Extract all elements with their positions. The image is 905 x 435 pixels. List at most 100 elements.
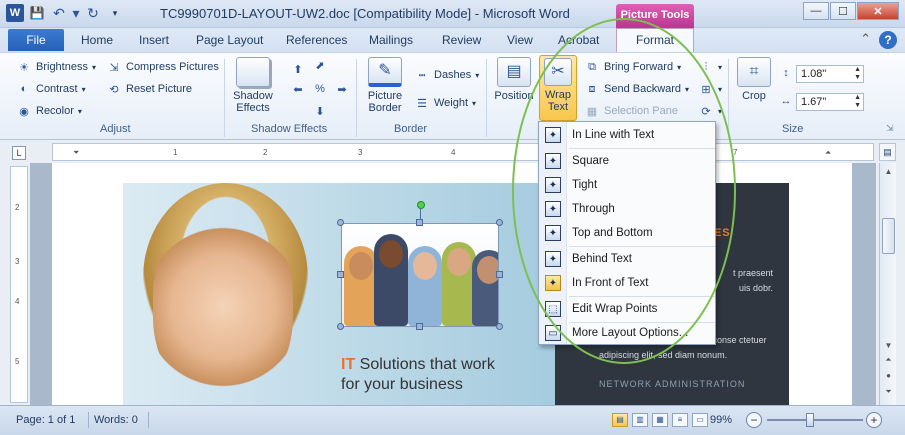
- resize-handle-top-right[interactable]: [496, 219, 503, 226]
- menu-item-tight[interactable]: ✦ Tight: [539, 174, 715, 196]
- wrap-text-button[interactable]: ✂ Wrap Text: [539, 55, 577, 121]
- width-spinner-icon[interactable]: ▲ ▼: [854, 94, 861, 110]
- resize-handle-bottom-right[interactable]: [496, 323, 503, 330]
- horizontal-ruler[interactable]: ⏷ 1 2 3 4 5 7 ⏶: [52, 143, 874, 161]
- word-app-icon[interactable]: W: [6, 4, 24, 22]
- width-field[interactable]: 1.67" ▲ ▼: [796, 93, 864, 111]
- dropdown-arrow-icon[interactable]: ▾: [72, 4, 80, 22]
- redo-icon[interactable]: ↻: [84, 4, 102, 22]
- tab-page-layout[interactable]: Page Layout: [196, 33, 263, 47]
- menu-item-top-and-bottom[interactable]: ✦ Top and Bottom: [539, 222, 715, 244]
- group-icon: ⊞: [701, 83, 711, 96]
- contrast-button[interactable]: ◐ Contrast ▾: [16, 81, 86, 97]
- page-count[interactable]: Page: 1 of 1: [16, 414, 75, 426]
- reset-picture-button[interactable]: ⟲ Reset Picture: [106, 81, 192, 97]
- ruler-indent-marker-icon[interactable]: ⏷: [73, 148, 79, 158]
- height-field[interactable]: 1.08" ▲ ▼: [796, 65, 864, 83]
- shadow-effects-button[interactable]: Shadow Effects: [230, 57, 276, 114]
- send-backward-button[interactable]: ⧈ Send Backward ▾: [584, 81, 690, 97]
- next-page-icon[interactable]: ⏷: [882, 387, 895, 397]
- rotation-handle[interactable]: [417, 201, 425, 209]
- close-button[interactable]: ✕: [857, 2, 899, 20]
- vertical-scrollbar[interactable]: ▲ ▼ ⏶ ● ⏷: [879, 163, 896, 405]
- previous-page-icon[interactable]: ⏶: [882, 355, 895, 365]
- top-bottom-wrap-icon: ✦: [545, 225, 561, 241]
- nudge-up-right-icon[interactable]: ⬈: [312, 57, 328, 73]
- scroll-down-icon[interactable]: ▼: [882, 341, 895, 350]
- selected-picture[interactable]: [341, 223, 499, 327]
- maximize-button[interactable]: ☐: [830, 2, 856, 20]
- align-button[interactable]: ⫶ ▾: [698, 59, 722, 75]
- draft-icon[interactable]: ▭: [692, 413, 708, 427]
- tab-insert[interactable]: Insert: [139, 33, 169, 47]
- shadow-toggle-icon[interactable]: %: [312, 81, 328, 97]
- picture-border-button[interactable]: ✎ Picture Border: [362, 57, 408, 114]
- recolor-button[interactable]: ◉ Recolor ▾: [16, 103, 82, 119]
- menu-item-in-front-of-text[interactable]: ✦ In Front of Text: [539, 272, 715, 294]
- tab-references[interactable]: References: [286, 33, 347, 47]
- browse-object-icon[interactable]: ●: [882, 371, 895, 380]
- weight-button[interactable]: ☰ Weight ▾: [414, 95, 476, 111]
- reset-picture-icon: ⟲: [109, 83, 119, 96]
- tab-home[interactable]: Home: [81, 33, 113, 47]
- nudge-right-icon[interactable]: ➡: [334, 81, 350, 97]
- bring-forward-button[interactable]: ⧉ Bring Forward ▾: [584, 59, 681, 75]
- zoom-slider-track[interactable]: [767, 419, 863, 421]
- document-page[interactable]: CES t praesent uis dobr. Lorem ipsum dol…: [52, 163, 852, 405]
- menu-item-through[interactable]: ✦ Through: [539, 198, 715, 220]
- vertical-ruler[interactable]: 2 3 4 5: [10, 166, 28, 403]
- tab-review[interactable]: Review: [442, 33, 481, 47]
- zoom-in-button[interactable]: +: [866, 412, 882, 428]
- save-icon[interactable]: 💾: [28, 4, 46, 22]
- resize-handle-bottom[interactable]: [416, 323, 423, 330]
- resize-handle-right[interactable]: [496, 271, 503, 278]
- resize-handle-bottom-left[interactable]: [337, 323, 344, 330]
- undo-icon[interactable]: ↶: [50, 4, 68, 22]
- menu-item-behind-text[interactable]: ✦ Behind Text: [539, 248, 715, 270]
- menu-item-square[interactable]: ✦ Square: [539, 150, 715, 172]
- crop-button[interactable]: ⌗ Crop: [734, 57, 774, 102]
- rotate-button[interactable]: ⟳ ▾: [698, 103, 722, 119]
- menu-item-more-layout-options[interactable]: ▭ More Layout Options...: [539, 322, 715, 344]
- ruler-indent-marker-icon[interactable]: ⏶: [825, 148, 831, 158]
- nudge-left-icon[interactable]: ⬅: [290, 81, 306, 97]
- zoom-slider-thumb[interactable]: [806, 413, 814, 427]
- resize-handle-top[interactable]: [416, 219, 423, 226]
- menu-item-in-line-with-text[interactable]: ✦ In Line with Text: [539, 124, 715, 146]
- minimize-ribbon-icon[interactable]: ⌃: [860, 31, 871, 49]
- tab-selector[interactable]: L: [12, 146, 26, 160]
- menu-item-edit-wrap-points[interactable]: ⬚ Edit Wrap Points: [539, 298, 715, 320]
- customize-toolbar-icon[interactable]: ▾: [106, 4, 124, 22]
- tab-mailings[interactable]: Mailings: [369, 33, 413, 47]
- tab-acrobat[interactable]: Acrobat: [558, 33, 599, 47]
- height-spinner-icon[interactable]: ▲ ▼: [854, 66, 861, 82]
- scroll-up-icon[interactable]: ▲: [882, 167, 895, 176]
- full-screen-reading-icon[interactable]: ▥: [632, 413, 648, 427]
- outline-icon[interactable]: ≡: [672, 413, 688, 427]
- print-layout-icon[interactable]: ▤: [612, 413, 628, 427]
- nudge-down-icon[interactable]: ⬇: [312, 103, 328, 119]
- weight-label: Weight: [434, 97, 469, 109]
- tab-file[interactable]: File: [8, 29, 64, 51]
- resize-handle-top-left[interactable]: [337, 219, 344, 226]
- position-button[interactable]: ▤ Position: [492, 57, 536, 102]
- dashes-button[interactable]: ┅ Dashes ▾: [414, 67, 480, 83]
- nudge-up-icon[interactable]: ⬆: [290, 61, 306, 77]
- compress-pictures-button[interactable]: ⇲ Compress Pictures: [106, 59, 219, 75]
- size-dialog-launcher-icon[interactable]: ⇲: [886, 123, 894, 134]
- scrollbar-thumb[interactable]: [882, 218, 895, 254]
- zoom-out-button[interactable]: −: [746, 412, 762, 428]
- tab-format[interactable]: Format: [616, 28, 694, 52]
- view-ruler-icon[interactable]: ▤: [879, 143, 896, 161]
- group-button[interactable]: ⊞ ▾: [698, 81, 722, 97]
- minimize-button[interactable]: —: [803, 2, 829, 20]
- document-area: CES t praesent uis dobr. Lorem ipsum dol…: [30, 163, 876, 405]
- zoom-level[interactable]: 99%: [710, 414, 732, 426]
- help-icon[interactable]: ?: [879, 31, 897, 49]
- web-layout-icon[interactable]: ▦: [652, 413, 668, 427]
- word-count[interactable]: Words: 0: [94, 414, 138, 426]
- resize-handle-left[interactable]: [337, 271, 344, 278]
- selection-pane-button[interactable]: ▦ Selection Pane: [584, 103, 678, 119]
- tab-view[interactable]: View: [507, 33, 533, 47]
- brightness-button[interactable]: ☀ Brightness ▾: [16, 59, 96, 75]
